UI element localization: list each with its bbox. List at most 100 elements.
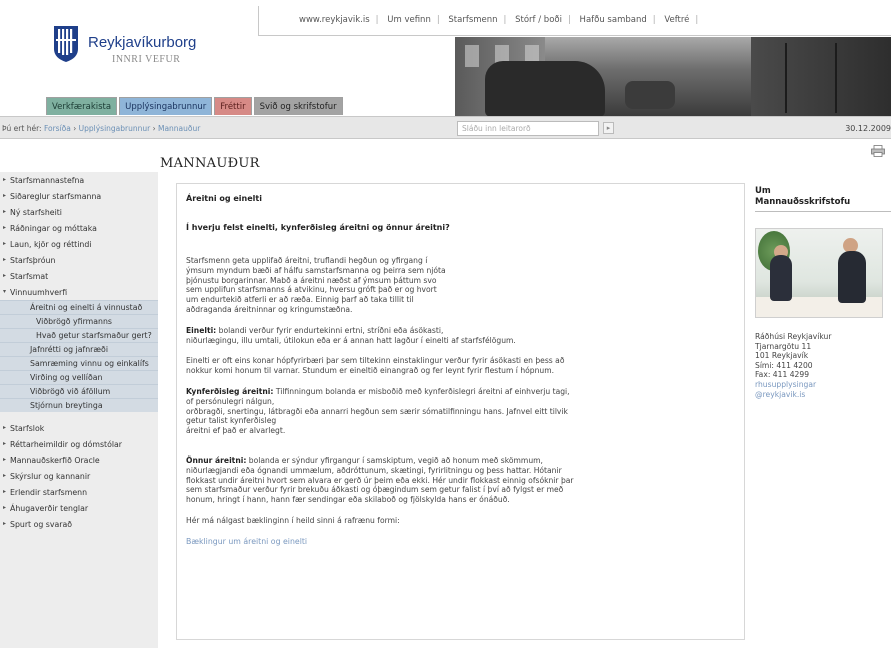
banner-car [485, 61, 605, 117]
nav-item-pay[interactable]: Laun, kjör og réttindi [0, 236, 158, 252]
other-harassment-term: Önnur áreitni: [186, 455, 247, 465]
text-line: um endurtekið atferli er að ræða. Einnig… [186, 295, 414, 305]
breadcrumb-separator: › [70, 124, 79, 133]
banner-lamp [835, 43, 837, 113]
breadcrumb-home[interactable]: Forsíða [44, 124, 71, 133]
nav-sub-equality[interactable]: Jafnrétti og jafnræði [0, 342, 158, 356]
tab-information[interactable]: Upplýsingabrunnur [119, 97, 213, 115]
breadcrumb: Þú ert hér: Forsíða › Upplýsingabrunnur … [2, 124, 200, 133]
text-line: of persónulegri nálgun, [186, 396, 275, 406]
nav-item-recruitment[interactable]: Ráðningar og móttaka [0, 220, 158, 236]
text-line: sem starfsmaður verður fyrir brekuðu áðk… [186, 485, 564, 495]
intro-paragraph: Starfsmenn geta upplifað áreitni, trufla… [186, 256, 735, 315]
heading-line: Mannauðsskrifstofu [755, 197, 851, 207]
right-column: Um Mannauðsskrifstofu Ráðhúsi Reykjavíku… [755, 186, 891, 399]
text-line: nokkur komi honum til varnar. Stundum er… [186, 366, 555, 376]
top-navigation: www.reykjavik.is | Um vefinn | Starfsmenn |… [258, 6, 891, 36]
separator: | [436, 15, 440, 25]
text-line: ýmsum myndum bæði af hálfu samstarfsmann… [186, 265, 446, 275]
top-link-jobs[interactable]: Stórf / boði [515, 15, 562, 25]
search-input[interactable]: Sláðu inn leitarorð [457, 121, 599, 136]
text-line: þjónustu borgarinnar. Mabð a áreitni næð… [186, 275, 437, 285]
search-button[interactable]: ▸ [603, 122, 614, 134]
top-link-sitemap[interactable]: Veftré [664, 15, 689, 25]
top-link-contact[interactable]: Hafðu samband [580, 15, 647, 25]
separator: | [695, 15, 699, 25]
fax-line: Fax: 411 4299 [755, 370, 810, 380]
photo-person [838, 251, 866, 303]
text-line: orðbragði, snertingu, látbragði eða anna… [186, 406, 568, 416]
breadcrumb-bar: Þú ert hér: Forsíða › Upplýsingabrunnur … [0, 116, 891, 139]
text-line: aðdraganda áreitninnar og kringumstæðna. [186, 304, 353, 314]
tab-news[interactable]: Fréttir [214, 97, 252, 115]
email-line: rhusupplysingar [755, 379, 817, 389]
printer-icon[interactable] [871, 145, 885, 157]
brochure-paragraph: Hér má nálgast bæklinginn í heild sinni … [186, 515, 400, 525]
separator: | [652, 15, 656, 25]
site-logo[interactable]: Reykjavíkurborg INNRI VEFUR [46, 22, 246, 82]
nav-item-work-environment[interactable]: Vinnuumhverfi [0, 284, 158, 300]
nav-sub-respect[interactable]: Virðing og vellíðan [0, 370, 158, 384]
nav-item-links[interactable]: Áhugaverðir tenglar [0, 500, 158, 516]
current-date: 30.12.2009 [845, 124, 891, 133]
text-line: Einelti er oft eins konar hópfyrirbæri þ… [186, 356, 565, 366]
nav-item-development[interactable]: Starfsþróun [0, 252, 158, 268]
nav-sub-harassment[interactable]: Áreitni og einelti á vinnustað [0, 300, 158, 314]
nav-item-evaluation[interactable]: Starfsmat [0, 268, 158, 284]
separator: | [375, 15, 379, 25]
bullying-term: Einelti: [186, 325, 217, 335]
logo-name: Reykjavíkurborg [88, 34, 197, 51]
text-line: honum, hringt í hann, hann fær sendingar… [186, 495, 510, 505]
office-heading[interactable]: Um Mannauðsskrifstofu [755, 186, 891, 212]
top-link-reykjavik[interactable]: www.reykjavik.is [299, 15, 370, 25]
header-banner-photo [455, 37, 891, 117]
nav-item-oracle[interactable]: Mannauðskerfið Oracle [0, 452, 158, 468]
breadcrumb-current[interactable]: Mannauður [158, 124, 200, 133]
address-line: 101 Reykjavík [755, 351, 809, 361]
nav-sub-manager-response[interactable]: Viðbrögð yfirmanns [0, 314, 158, 328]
tab-toolbox[interactable]: Verkfærakista [46, 97, 118, 115]
office-photo [755, 228, 883, 318]
text-line: sem upplifun starfsmanns á atvikinu, hve… [186, 285, 437, 295]
separator: | [503, 15, 507, 25]
sexual-harassment-term: Kynferðisleg áreitni: [186, 386, 274, 396]
nav-item-ethics[interactable]: Siðareglur starfsmanna [0, 188, 158, 204]
article-content: Áreitni og einelti Í hverju felst einelt… [176, 183, 745, 640]
breadcrumb-prefix: Þú ert hér: [2, 124, 42, 133]
top-link-about[interactable]: Um vefinn [387, 15, 431, 25]
text-line: flokkast undir áreitni hvort sem alvara … [186, 475, 574, 485]
separator: | [567, 15, 571, 25]
text-line: bolandi verður fyrir endurtekinni ertni,… [218, 325, 444, 335]
breadcrumb-information[interactable]: Upplýsingabrunnur [79, 124, 151, 133]
nav-item-faq[interactable]: Spurt og svarað [0, 516, 158, 532]
top-link-staff[interactable]: Starfsmenn [448, 15, 497, 25]
nav-sub-trauma[interactable]: Viðbrögð við áföllum [0, 384, 158, 398]
nav-sub-employee-options[interactable]: Hvað getur starfsmaður gert? [0, 328, 158, 342]
nav-gap [0, 412, 158, 420]
nav-item-termination[interactable]: Starfslok [0, 420, 158, 436]
other-harassment-paragraph: Önnur áreitni: bolanda er sýndur yfirgan… [186, 456, 735, 505]
nav-item-foreign-staff[interactable]: Erlendir starfsmenn [0, 484, 158, 500]
text-line: áreitni ef það er alvarlegt. [186, 426, 286, 436]
nav-sub-change-management[interactable]: Stjórnun breytinga [0, 398, 158, 412]
article-question: Í hverju felst einelti, kynferðisleg áre… [186, 223, 450, 232]
text-line: bolanda er sýndur yfirgangur í samskiptu… [248, 455, 543, 465]
phone-line: Sími: 411 4200 [755, 360, 813, 370]
nav-sub-work-life[interactable]: Samræming vinnu og einkalífs [0, 356, 158, 370]
text-line: niðurlægjandi eða ógnandi ummælum, aðdró… [186, 465, 562, 475]
text-line: Tilfinningum bolanda er misboðið með kyn… [275, 386, 570, 396]
tab-departments[interactable]: Svið og skrifstofur [253, 97, 343, 115]
brochure-link[interactable]: Bæklingur um áreitni og einelti [186, 537, 307, 546]
text-line: niðurlægingu, illu umtali, útilokun eða … [186, 335, 516, 345]
nav-item-legal[interactable]: Réttarheimildir og dómstólar [0, 436, 158, 452]
nav-item-reports[interactable]: Skýrslur og kannanir [0, 468, 158, 484]
breadcrumb-separator: › [150, 124, 158, 133]
nav-item-job-titles[interactable]: Ný starfsheiti [0, 204, 158, 220]
nav-item-staff-policy[interactable]: Starfsmannastefna [0, 172, 158, 188]
photo-person [770, 255, 792, 301]
email-line: @reykjavik.is [755, 389, 806, 399]
page-title: MANNAUÐUR [160, 156, 260, 171]
left-navigation: Starfsmannastefna Siðareglur starfsmanna… [0, 172, 158, 648]
text-line: Starfsmenn geta upplifað áreitni, trufla… [186, 256, 428, 265]
email-link[interactable]: rhusupplysingar @reykjavik.is [755, 380, 816, 399]
